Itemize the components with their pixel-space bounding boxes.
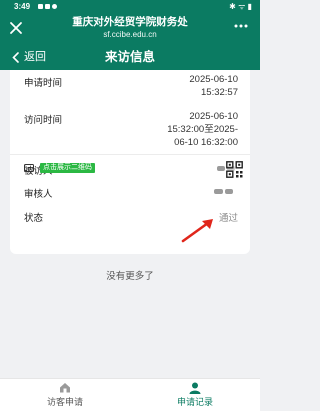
chevron-left-icon — [12, 51, 19, 63]
status-value: 通过 — [218, 213, 238, 224]
apply-time-label: 申请时间 — [24, 78, 63, 89]
tab-label: 访客申请 — [46, 397, 83, 407]
person-icon — [189, 382, 201, 394]
qr-code-icon[interactable] — [226, 161, 243, 178]
tab-visitor-apply[interactable]: 访客申请 — [0, 379, 130, 411]
status-time: 3:49 — [14, 2, 31, 11]
tab-apply-records[interactable]: 申请记录 — [130, 379, 260, 411]
apply-time-date: 2025-06-10 — [189, 74, 238, 85]
status-label: 状态 — [24, 213, 44, 224]
list-end-text: 没有更多了 — [106, 271, 154, 282]
visit-time-line3: 06-10 16:32:00 — [174, 137, 238, 148]
show-qr-button[interactable]: 点击展示二维码 — [40, 163, 95, 173]
status-bar: 3:49 ✱ ᯤ ▮ — [0, 0, 260, 13]
reviewer-label: 审核人 — [24, 189, 53, 200]
divider — [10, 154, 250, 155]
more-dots-icon[interactable] — [234, 24, 248, 28]
tab-label: 申请记录 — [176, 397, 213, 407]
reviewer-name-redacted — [225, 189, 233, 194]
notification-icons — [38, 4, 57, 9]
page-title: 重庆对外经贸学院财务处 — [72, 16, 188, 28]
back-label: 返回 — [24, 51, 46, 63]
visit-time-value: 2025-06-10 15:32:00至2025- 06-10 16:32:00 — [167, 110, 238, 149]
app-header: 3:49 ✱ ᯤ ▮ 重庆对外经贸学院财务处 sf.ccibe.edu.cn — [0, 0, 260, 44]
ticket-icon — [24, 164, 34, 172]
status-right-icons: ✱ ᯤ ▮ — [229, 2, 252, 11]
back-button[interactable]: 返回 — [12, 44, 46, 70]
page-url: sf.ccibe.edu.cn — [103, 30, 157, 39]
reviewer-name-redacted — [214, 189, 223, 194]
apply-time-clock: 15:32:57 — [201, 87, 238, 98]
home-icon — [60, 383, 70, 393]
apply-time-value: 2025-06-10 15:32:57 — [189, 73, 238, 99]
visit-time-line2: 15:32:00至2025- — [167, 124, 238, 135]
bottom-tab-bar: 访客申请 申请记录 — [0, 378, 260, 411]
visit-time-label: 访问时间 — [24, 115, 63, 126]
close-icon[interactable] — [9, 21, 23, 35]
annotation-arrow-icon — [181, 219, 213, 243]
visit-time-line1: 2025-06-10 — [189, 111, 238, 122]
nav-bar: 来访信息 返回 — [0, 44, 260, 70]
visitee-name-redacted — [217, 166, 225, 171]
